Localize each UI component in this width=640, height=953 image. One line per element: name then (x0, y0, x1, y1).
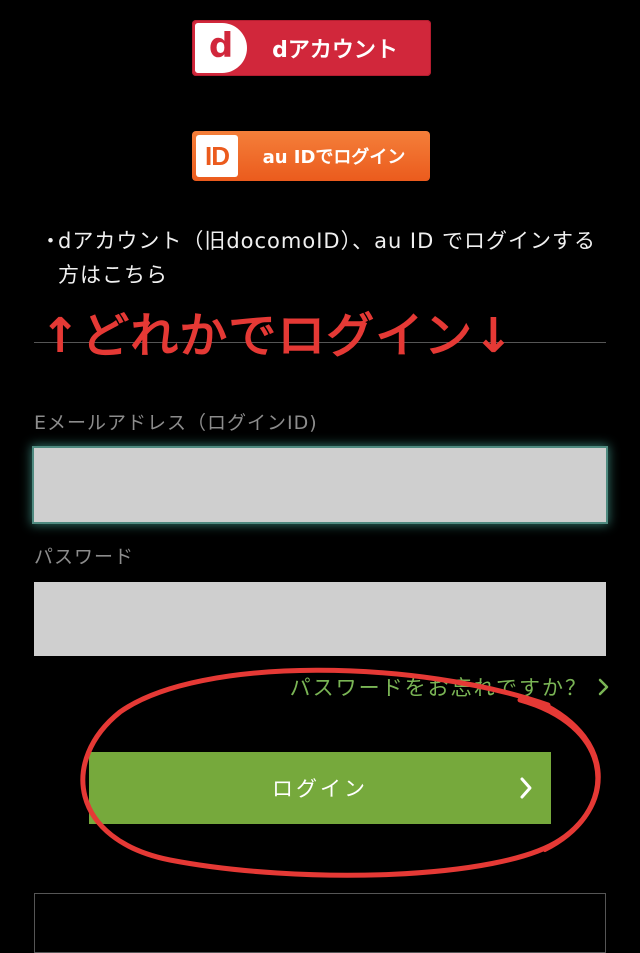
email-input[interactable] (34, 448, 606, 522)
chevron-right-icon (520, 777, 532, 799)
auid-login-button[interactable]: ID au IDでログイン (192, 131, 430, 181)
secondary-section-box (34, 893, 606, 953)
login-note: ・ dアカウント（旧docomoID）、au ID でログインする方はこちら (40, 224, 610, 292)
annotation-text: ↑どれかでログイン↓ (40, 308, 515, 364)
auid-logo-icon: ID (196, 135, 238, 177)
password-input[interactable] (34, 582, 606, 656)
login-button[interactable]: ログイン (89, 752, 551, 824)
daccount-button-label: dアカウント (272, 38, 398, 63)
chevron-right-icon (598, 678, 609, 696)
forgot-password-link[interactable]: パスワードをお忘れですか？ (290, 672, 610, 702)
daccount-button[interactable]: d dアカウント (192, 20, 431, 76)
forgot-password-text: パスワードをお忘れですか？ (289, 676, 588, 700)
email-label: Eメールアドレス（ログインID) (34, 412, 318, 434)
daccount-logo-icon: d (195, 23, 247, 73)
password-label: パスワード (34, 546, 135, 568)
note-text: dアカウント（旧docomoID）、au ID でログインする方はこちら (58, 229, 596, 287)
note-bullet: ・ (40, 229, 62, 253)
auid-button-label: au IDでログイン (262, 147, 406, 168)
login-button-label: ログイン (272, 777, 368, 801)
auid-logo-text: ID (205, 140, 230, 171)
